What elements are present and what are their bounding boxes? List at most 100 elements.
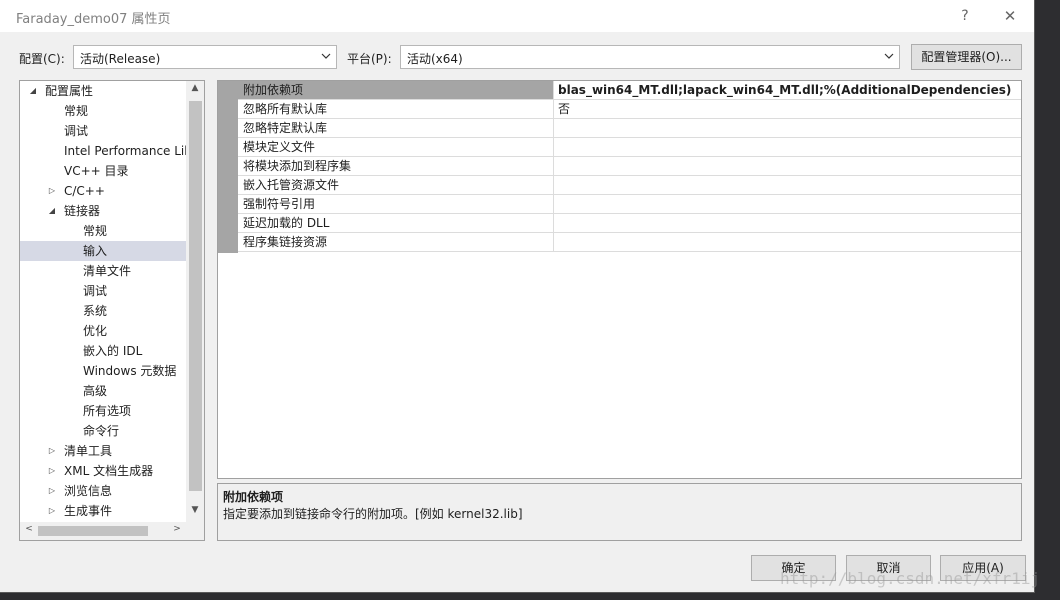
tree-vertical-scrollbar[interactable]: ▲ ▼ xyxy=(186,81,204,522)
tree-item-label: 输入 xyxy=(83,244,108,258)
property-value[interactable] xyxy=(554,214,1021,232)
property-row[interactable]: 将模块添加到程序集 xyxy=(238,157,1021,176)
property-name: 将模块添加到程序集 xyxy=(238,157,554,175)
property-value[interactable] xyxy=(554,157,1021,175)
platform-combo[interactable]: 活动(x64) xyxy=(400,45,900,69)
tree-item-label: 嵌入的 IDL xyxy=(83,344,143,358)
tree-item[interactable]: Windows 元数据 xyxy=(20,361,186,381)
property-value[interactable] xyxy=(554,233,1021,251)
expanded-arrow-icon[interactable]: ◢ xyxy=(47,201,57,221)
grid-gutter xyxy=(218,81,238,253)
property-grid: 附加依赖项 blas_win64_MT.dll;lapack_win64_MT.d… xyxy=(217,80,1022,479)
property-name: 强制符号引用 xyxy=(238,195,554,213)
collapsed-arrow-icon[interactable]: ▷ xyxy=(47,501,57,521)
title-bar: Faraday_demo07 属性页 ? ✕ xyxy=(0,0,1034,32)
tree-item[interactable]: ▷ XML 文档生成器 xyxy=(20,461,186,481)
tree-item[interactable]: 优化 xyxy=(20,321,186,341)
tree-item[interactable]: 所有选项 xyxy=(20,401,186,421)
tree-item[interactable]: 常规 xyxy=(20,221,186,241)
property-name: 附加依赖项 xyxy=(238,81,554,99)
config-manager-button[interactable]: 配置管理器(O)... xyxy=(911,44,1022,70)
help-button[interactable]: ? xyxy=(951,5,979,27)
tree-item-label: 常规 xyxy=(83,224,108,238)
tree-item[interactable]: VC++ 目录 xyxy=(20,161,186,181)
tree-item-label: 优化 xyxy=(83,324,108,338)
tree-item-label: 清单工具 xyxy=(64,444,113,458)
property-value[interactable] xyxy=(554,138,1021,156)
property-value[interactable] xyxy=(554,119,1021,137)
tree-item[interactable]: Intel Performance Libraries xyxy=(20,141,186,161)
tree-item-label: 浏览信息 xyxy=(64,484,113,498)
tree-horizontal-thumb[interactable] xyxy=(38,526,148,536)
tree-item-label: 生成事件 xyxy=(64,504,113,518)
property-value[interactable]: 否 xyxy=(554,100,1021,118)
property-row[interactable]: 忽略所有默认库否 xyxy=(238,100,1021,119)
expanded-arrow-icon[interactable]: ◢ xyxy=(28,81,38,101)
tree-item-label: C/C++ xyxy=(64,184,105,198)
tree-item[interactable]: 常规 xyxy=(20,101,186,121)
watermark: http://blog.csdn.net/xfr1ij xyxy=(780,569,1041,588)
scroll-down-icon[interactable]: ▼ xyxy=(190,505,200,515)
collapsed-arrow-icon[interactable]: ▷ xyxy=(47,461,57,481)
collapsed-arrow-icon[interactable]: ▷ xyxy=(47,181,57,201)
description-title: 附加依赖项 xyxy=(223,490,284,504)
tree-item[interactable]: ◢ 链接器 xyxy=(20,201,186,221)
tree-item[interactable]: ▷ C/C++ xyxy=(20,181,186,201)
tree-item[interactable]: 系统 xyxy=(20,301,186,321)
tree-vertical-thumb[interactable] xyxy=(189,101,202,491)
property-name: 忽略所有默认库 xyxy=(238,100,554,118)
property-row[interactable]: 嵌入托管资源文件 xyxy=(238,176,1021,195)
property-row[interactable]: 强制符号引用 xyxy=(238,195,1021,214)
tree-item-label: Windows 元数据 xyxy=(83,364,177,378)
property-pages-dialog: Faraday_demo07 属性页 ? ✕ 配置(C): 活动(Release… xyxy=(0,0,1035,593)
property-row[interactable]: 忽略特定默认库 xyxy=(238,119,1021,138)
platform-label: 平台(P): xyxy=(347,52,392,66)
tree-item[interactable]: ◢ 配置属性 xyxy=(20,81,186,101)
description-panel: 附加依赖项 指定要添加到链接命令行的附加项。[例如 kernel32.lib] xyxy=(217,483,1022,541)
property-value[interactable]: blas_win64_MT.dll;lapack_win64_MT.dll;%(… xyxy=(554,81,1021,99)
property-row[interactable]: 延迟加载的 DLL xyxy=(238,214,1021,233)
config-value: 活动(Release) xyxy=(80,52,161,66)
scroll-right-icon[interactable]: > xyxy=(172,524,182,534)
collapsed-arrow-icon[interactable]: ▷ xyxy=(47,481,57,501)
tree-item[interactable]: ▷ 清单工具 xyxy=(20,441,186,461)
tree-item[interactable]: 调试 xyxy=(20,121,186,141)
tree-item-label: XML 文档生成器 xyxy=(64,464,154,478)
tree-item-label: 清单文件 xyxy=(83,264,132,278)
tree-item-label: 高级 xyxy=(83,384,108,398)
tree-item-label: 所有选项 xyxy=(83,404,132,418)
tree-item[interactable]: 高级 xyxy=(20,381,186,401)
config-label: 配置(C): xyxy=(19,52,65,66)
property-row[interactable]: 程序集链接资源 xyxy=(238,233,1021,252)
tree-item-label: 常规 xyxy=(64,104,89,118)
tree-item[interactable]: ▷ 浏览信息 xyxy=(20,481,186,501)
close-button[interactable]: ✕ xyxy=(996,5,1024,27)
property-name: 忽略特定默认库 xyxy=(238,119,554,137)
property-name: 嵌入托管资源文件 xyxy=(238,176,554,194)
collapsed-arrow-icon[interactable]: ▷ xyxy=(47,441,57,461)
tree-item[interactable]: 调试 xyxy=(20,281,186,301)
platform-value: 活动(x64) xyxy=(407,52,463,66)
tree-item[interactable]: 清单文件 xyxy=(20,261,186,281)
window-title: Faraday_demo07 属性页 xyxy=(16,12,171,27)
tree-item-label: VC++ 目录 xyxy=(64,164,129,178)
property-value[interactable] xyxy=(554,176,1021,194)
tree-item[interactable]: ▷ 生成事件 xyxy=(20,501,186,521)
property-row[interactable]: 模块定义文件 xyxy=(238,138,1021,157)
property-value[interactable] xyxy=(554,195,1021,213)
scroll-up-icon[interactable]: ▲ xyxy=(190,83,200,93)
tree-item[interactable]: 命令行 xyxy=(20,421,186,441)
category-tree[interactable]: ◢配置属性常规调试Intel Performance LibrariesVC++… xyxy=(19,80,205,541)
tree-item-label: 链接器 xyxy=(64,204,101,218)
tree-item[interactable]: 输入 xyxy=(20,241,186,261)
tree-item-label: 配置属性 xyxy=(45,84,94,98)
scroll-left-icon[interactable]: < xyxy=(24,524,34,534)
tree-item-label: 命令行 xyxy=(83,424,120,438)
tree-item-label: 调试 xyxy=(83,284,108,298)
tree-item-label: Intel Performance Libraries xyxy=(64,144,186,158)
tree-horizontal-scrollbar[interactable]: < > xyxy=(20,522,204,540)
tree-item-label: 系统 xyxy=(83,304,108,318)
tree-item[interactable]: 嵌入的 IDL xyxy=(20,341,186,361)
config-combo[interactable]: 活动(Release) xyxy=(73,45,337,69)
property-row[interactable]: 附加依赖项 blas_win64_MT.dll;lapack_win64_MT.d… xyxy=(238,81,1021,100)
